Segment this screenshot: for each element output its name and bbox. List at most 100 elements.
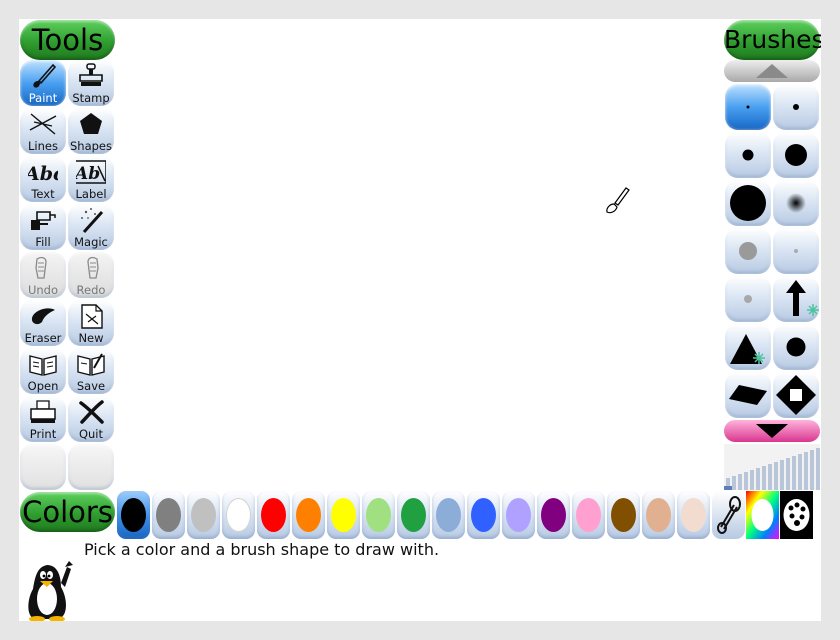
brush-option[interactable]: [725, 84, 771, 130]
color-dot: [296, 498, 321, 532]
color-dot: [366, 498, 391, 532]
tool-shapes-button[interactable]: Shapes: [68, 108, 114, 154]
quit-x-icon: [79, 400, 104, 424]
color-dot: [576, 498, 601, 532]
redo-hand-icon: [87, 256, 99, 279]
color-swatch-black[interactable]: [117, 491, 150, 539]
tiny-dot-brush-icon: [746, 105, 750, 109]
tool-label: Eraser: [24, 331, 62, 345]
color-dot: [506, 498, 531, 532]
tool-fill-button[interactable]: Fill: [20, 204, 66, 250]
color-swatch-lavender[interactable]: [502, 491, 535, 539]
brush-size-slider[interactable]: [724, 444, 820, 490]
tool-paint-button[interactable]: Paint: [20, 60, 66, 106]
tool-print-button[interactable]: Print: [20, 396, 66, 442]
color-dot: [401, 498, 426, 532]
small-dot-brush-icon: [793, 104, 799, 110]
undo-hand-icon: [35, 256, 47, 279]
color-swatch-purple[interactable]: [537, 491, 570, 539]
color-swatch-pink[interactable]: [572, 491, 605, 539]
tool-quit-button[interactable]: Quit: [68, 396, 114, 442]
tool-empty-slot: [20, 444, 66, 490]
color-dot: [226, 498, 251, 532]
text-abc-icon: Abc: [28, 163, 58, 185]
tool-label-button[interactable]: Ab Label: [68, 156, 114, 202]
color-swatch-brown[interactable]: [607, 491, 640, 539]
magic-wand-icon: [81, 208, 104, 234]
brush-option[interactable]: [773, 372, 819, 418]
color-swatch-silver[interactable]: [187, 491, 220, 539]
tool-label: Magic: [74, 235, 108, 249]
tool-save-button[interactable]: Save: [68, 348, 114, 394]
brush-option[interactable]: [773, 84, 819, 130]
tool-text-button[interactable]: Abc Text: [20, 156, 66, 202]
tool-lines-button[interactable]: Lines: [20, 108, 66, 154]
colors-header: Colors: [20, 492, 115, 532]
printer-icon: [30, 400, 56, 423]
tool-stamp-button[interactable]: Stamp: [68, 60, 114, 106]
color-swatch-yellow[interactable]: [327, 491, 360, 539]
tool-undo-button[interactable]: Undo: [20, 252, 66, 298]
brush-option[interactable]: [773, 276, 819, 322]
open-book-icon: [29, 355, 57, 376]
paintbrush-icon: [33, 63, 57, 88]
triangle-down-icon: [756, 424, 788, 438]
brush-option[interactable]: [725, 180, 771, 226]
tool-open-button[interactable]: Open: [20, 348, 66, 394]
paint-bucket-icon: [31, 211, 56, 230]
color-dot: [331, 498, 356, 532]
color-swatch-steel-blue[interactable]: [432, 491, 465, 539]
brush-option[interactable]: [725, 228, 771, 274]
new-page-icon: [81, 304, 103, 329]
color-dot: [611, 498, 636, 532]
tool-label: Shapes: [69, 139, 112, 153]
color-dot: [681, 498, 706, 532]
brush-option[interactable]: [773, 180, 819, 226]
color-dot: [646, 498, 671, 532]
brush-option[interactable]: [773, 228, 819, 274]
color-swatch-blue[interactable]: [467, 491, 500, 539]
triangle-up-icon: [756, 64, 788, 78]
color-swatch-red[interactable]: [257, 491, 290, 539]
parallelogram-brush-icon: [729, 385, 767, 405]
color-dot: [191, 498, 216, 532]
tool-label: Stamp: [72, 91, 110, 105]
color-dot: [471, 498, 496, 532]
color-mixer-button[interactable]: [780, 491, 813, 539]
tool-label: Text: [31, 187, 55, 201]
tool-label: Fill: [35, 235, 51, 249]
color-dot: [261, 498, 286, 532]
pentagon-icon: [80, 113, 102, 134]
brush-option[interactable]: [773, 132, 819, 178]
tool-new-button[interactable]: New: [68, 300, 114, 346]
color-swatch-orange[interactable]: [292, 491, 325, 539]
huge-dot-brush-icon: [730, 185, 766, 221]
color-swatch-light-green[interactable]: [362, 491, 395, 539]
rainbow-palette-button[interactable]: [746, 491, 779, 539]
brush-option[interactable]: [725, 132, 771, 178]
triangle-brush-icon: [730, 334, 765, 364]
stamp-icon: [79, 63, 103, 86]
color-dot: [436, 498, 461, 532]
tool-redo-button[interactable]: Redo: [68, 252, 114, 298]
color-picker-button[interactable]: [712, 491, 745, 539]
color-swatch-white[interactable]: [222, 491, 255, 539]
tool-eraser-button[interactable]: Eraser: [20, 300, 66, 346]
brush-option[interactable]: [773, 324, 819, 370]
brush-option[interactable]: [725, 276, 771, 322]
tool-magic-button[interactable]: Magic: [68, 204, 114, 250]
drawing-canvas[interactable]: [115, 19, 724, 491]
faint-dot-brush-icon: [794, 249, 798, 253]
color-swatch-skin[interactable]: [677, 491, 710, 539]
brushes-scroll-up-button[interactable]: [724, 60, 820, 82]
color-swatch-tan[interactable]: [642, 491, 675, 539]
tool-label: Open: [27, 379, 59, 393]
color-swatch-gray[interactable]: [152, 491, 185, 539]
brushes-scroll-down-button[interactable]: [724, 420, 820, 442]
brush-option[interactable]: [725, 324, 771, 370]
tool-label: Print: [29, 427, 57, 441]
tool-label: Lines: [28, 139, 58, 153]
arrow-up-brush-icon: [786, 280, 819, 316]
color-swatch-green[interactable]: [397, 491, 430, 539]
brush-option[interactable]: [725, 372, 771, 418]
